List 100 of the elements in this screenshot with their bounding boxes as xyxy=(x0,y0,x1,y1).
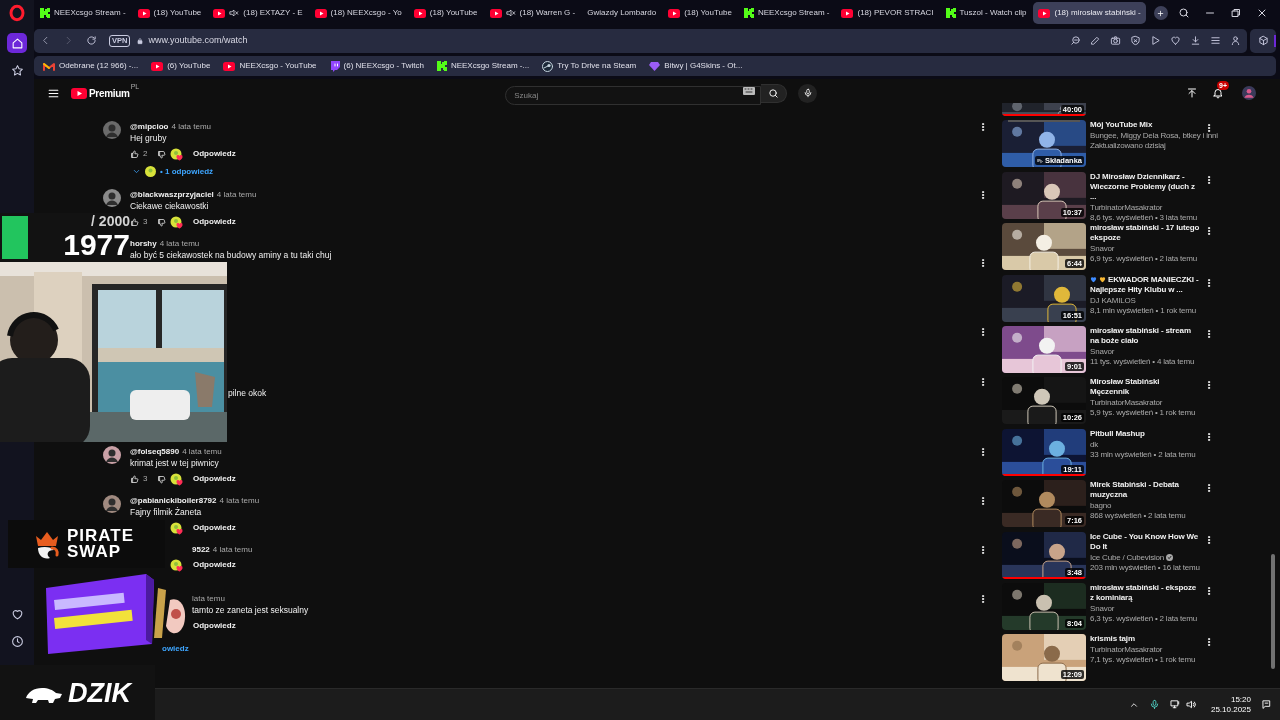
user-avatar[interactable] xyxy=(103,446,121,464)
bookmark[interactable]: (6) YouTube xyxy=(151,60,211,72)
browser-tab[interactable]: NEEXcsgo Stream - xyxy=(738,2,835,24)
comment-time[interactable]: 4 lata temu xyxy=(212,543,253,556)
comment-time[interactable]: 4 lata temu xyxy=(171,120,212,133)
chevron-down-icon[interactable] xyxy=(132,167,141,176)
browser-tab[interactable]: (18) mirosław stabiński - xyxy=(1033,2,1146,24)
shield-icon[interactable] xyxy=(1130,35,1141,46)
browser-tab[interactable]: (18) YouTube xyxy=(132,2,207,24)
comment-author[interactable]: @pabianickiboiler8792 xyxy=(130,494,217,507)
zoom-icon[interactable] xyxy=(1070,35,1081,46)
pencil-icon[interactable] xyxy=(1090,35,1101,46)
channel-name[interactable]: Snavor xyxy=(1090,244,1115,255)
user-avatar[interactable] xyxy=(103,121,121,139)
video-title[interactable]: mirosław stabiński - ekspoze z kominiarą xyxy=(1090,582,1200,603)
close-icon[interactable] xyxy=(1256,7,1268,19)
reply-button[interactable]: Odpowiedz xyxy=(193,522,236,534)
scrollbar-thumb[interactable] xyxy=(1271,554,1275,669)
video-title[interactable]: Ice Cube - You Know How We Do It xyxy=(1090,531,1200,552)
video-title[interactable]: Mirosław Stabiński Męczennik xyxy=(1090,377,1200,398)
channel-name[interactable]: bagno xyxy=(1090,501,1112,512)
clock-date[interactable]: 25.10.2025 xyxy=(1210,704,1251,715)
comment-author[interactable]: @blackwaszprzyjaciel xyxy=(130,188,214,201)
keyboard-icon[interactable] xyxy=(743,86,756,95)
browser-tab[interactable]: (18) NEEXcsgo - Yo xyxy=(309,2,407,24)
search-icon[interactable] xyxy=(768,87,780,99)
comment-time[interactable]: 4 lata temu xyxy=(182,445,222,458)
video-title[interactable]: krismis tajm xyxy=(1090,634,1200,645)
extensions-button[interactable] xyxy=(1250,28,1276,53)
menu-icon[interactable] xyxy=(1210,35,1221,46)
video-title[interactable]: EKWADOR MANIECZKI - Najlepsze Hity Klubu w ... xyxy=(1090,274,1200,295)
like-icon[interactable] xyxy=(130,474,139,484)
channel-name[interactable]: Bungee, Miggy Dela Rosa, btkey i inni xyxy=(1090,131,1218,142)
upload-icon[interactable] xyxy=(1186,87,1198,99)
muted-speaker-icon[interactable] xyxy=(505,8,516,18)
ring-logo-icon[interactable] xyxy=(8,4,26,22)
network-icon[interactable] xyxy=(1169,699,1181,710)
replies-link[interactable]: owiedz xyxy=(162,642,189,655)
video-title[interactable]: mirosław stabiński - 17 lutego ekspoze xyxy=(1090,223,1200,244)
microphone-icon[interactable] xyxy=(802,88,813,98)
microphone-icon[interactable] xyxy=(1148,699,1160,710)
bookmark[interactable]: NEEXcsgo - YouTube xyxy=(223,60,317,72)
browser-tab[interactable]: (18) YouTube xyxy=(408,2,483,24)
browser-tab[interactable]: NEEXcsgo Stream - xyxy=(35,2,131,24)
reply-button[interactable]: Odpowiedz xyxy=(193,473,236,485)
search-field[interactable]: Szukaj xyxy=(505,86,762,105)
account-avatar[interactable] xyxy=(1242,86,1256,100)
comment-time[interactable]: 4 lata temu xyxy=(219,494,260,507)
channel-name[interactable]: dk xyxy=(1090,439,1099,450)
person-icon[interactable] xyxy=(1230,35,1241,46)
play-icon[interactable] xyxy=(1150,35,1161,46)
notifications-icon[interactable] xyxy=(1261,699,1272,710)
reply-button[interactable]: Odpowiedz xyxy=(193,559,236,571)
youtube-logo[interactable]: Premium xyxy=(71,85,130,101)
comment-author[interactable]: horshy xyxy=(130,237,157,250)
bookmark[interactable]: (6) NEEXcsgo - Twitch xyxy=(329,60,424,72)
like-icon[interactable] xyxy=(130,217,139,227)
like-icon[interactable] xyxy=(130,149,139,159)
notifications-icon[interactable] xyxy=(1212,87,1224,99)
comment-author[interactable]: @mipcioo xyxy=(130,120,169,133)
video-title[interactable]: mirosław stabiński - stream na boże ciało xyxy=(1090,325,1200,346)
browser-tab[interactable]: Tuszol - Watch clip xyxy=(940,2,1032,24)
reload-icon[interactable] xyxy=(86,35,97,46)
video-title[interactable]: Mirek Stabiński - Debata muzyczna xyxy=(1090,480,1200,501)
download-icon[interactable] xyxy=(1190,35,1201,46)
camera-icon[interactable] xyxy=(1110,35,1121,46)
reply-button[interactable]: Odpowiedz xyxy=(193,216,236,228)
browser-tab[interactable]: (18) Warren G - xyxy=(484,2,581,24)
dislike-icon[interactable] xyxy=(157,149,166,159)
user-avatar[interactable] xyxy=(103,189,121,207)
bookmark[interactable]: Try To Drive na Steam xyxy=(542,60,637,72)
comment-time[interactable]: 4 lata temu xyxy=(159,237,200,250)
url-text[interactable]: www.youtube.com/watch xyxy=(148,33,248,48)
channel-name[interactable]: TurbinatorMasakrator xyxy=(1090,645,1163,656)
comment-time[interactable]: lata temu xyxy=(192,592,225,605)
channel-name[interactable]: Ice Cube / Cubevision xyxy=(1090,552,1165,563)
reply-button[interactable]: Odpowiedz xyxy=(193,620,236,632)
comment-time[interactable]: 4 lata temu xyxy=(216,188,257,201)
video-title[interactable]: Pitbull Mashup xyxy=(1090,428,1200,439)
video-title[interactable]: Mój YouTube Mix xyxy=(1090,120,1200,131)
voice-search-button[interactable] xyxy=(798,83,818,103)
channel-name[interactable]: Snavor xyxy=(1090,603,1115,614)
browser-tab[interactable]: (18) EXTAZY - E xyxy=(208,2,308,24)
restore-icon[interactable] xyxy=(1230,7,1242,19)
muted-speaker-icon[interactable] xyxy=(229,8,240,18)
dislike-icon[interactable] xyxy=(157,474,166,484)
comment-author[interactable]: @folseq5890 xyxy=(130,445,180,458)
cube-icon[interactable] xyxy=(1257,35,1269,46)
bookmark[interactable]: NEEXcsgo Stream -... xyxy=(436,60,530,72)
browser-tab[interactable]: (18) PEVOR STRACI xyxy=(836,2,939,24)
heart-icon[interactable] xyxy=(1170,35,1181,46)
browser-tab[interactable]: (18) YouTube xyxy=(663,2,737,24)
channel-name[interactable]: DJ KAMILOS xyxy=(1090,295,1136,306)
clock-time[interactable]: 15:20 xyxy=(1230,694,1251,705)
channel-name[interactable]: TurbinatorMasakrator xyxy=(1090,398,1163,409)
comment-author[interactable]: 9522 xyxy=(192,543,210,556)
volume-icon[interactable] xyxy=(1185,699,1197,710)
search-button[interactable] xyxy=(761,83,788,103)
channel-name[interactable]: Snavor xyxy=(1090,346,1115,357)
search-icon[interactable] xyxy=(1178,7,1190,19)
